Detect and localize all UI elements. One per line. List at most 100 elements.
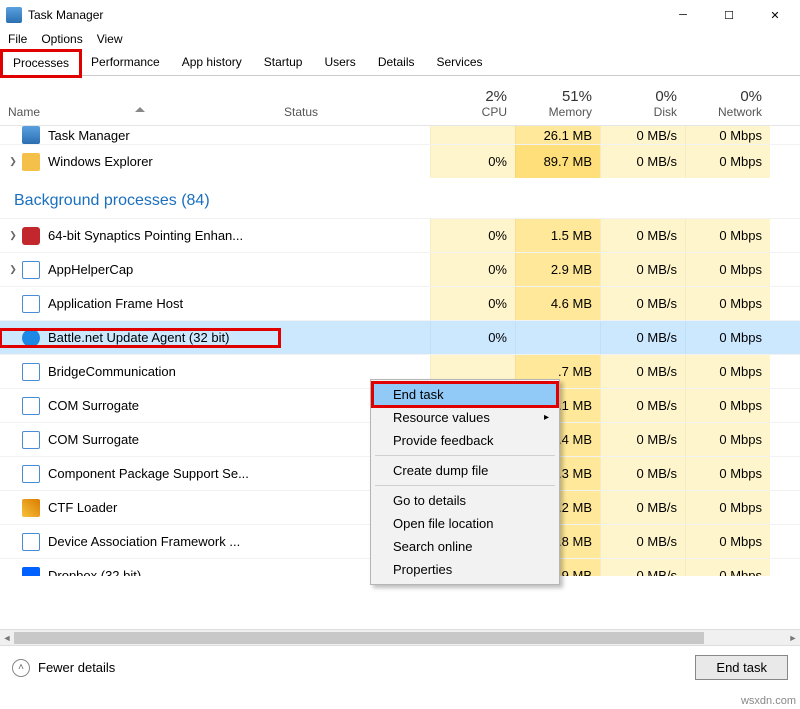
maximize-button[interactable]: ☐ bbox=[706, 0, 752, 30]
process-name: Component Package Support Se... bbox=[48, 466, 249, 481]
menu-item-end-task[interactable]: End task bbox=[373, 383, 557, 406]
table-row[interactable]: Task Manager 26.1 MB 0 MB/s 0 Mbps bbox=[0, 126, 800, 144]
process-icon bbox=[22, 465, 40, 483]
table-row[interactable]: Battle.net Update Agent (32 bit)0%0 MB/s… bbox=[0, 320, 800, 354]
net-cell: 0 Mbps bbox=[685, 491, 770, 524]
tab-performance[interactable]: Performance bbox=[80, 50, 171, 75]
col-disk[interactable]: 0% Disk bbox=[600, 88, 685, 125]
process-name: Windows Explorer bbox=[48, 154, 153, 169]
table-row[interactable]: ❯AppHelperCap0%2.9 MB0 MB/s0 Mbps bbox=[0, 252, 800, 286]
tab-details[interactable]: Details bbox=[367, 50, 426, 75]
process-icon bbox=[22, 227, 40, 245]
menu-separator bbox=[375, 485, 555, 486]
menu-item-open-file-location[interactable]: Open file location bbox=[373, 512, 557, 535]
col-name[interactable]: Name bbox=[0, 105, 280, 125]
net-cell: 0 Mbps bbox=[685, 559, 770, 576]
close-button[interactable]: ✕ bbox=[752, 0, 798, 30]
menubar: File Options View bbox=[0, 30, 800, 50]
scroll-right-icon[interactable]: ► bbox=[786, 630, 800, 646]
table-row[interactable]: ❯64-bit Synaptics Pointing Enhan...0%1.5… bbox=[0, 218, 800, 252]
table-row[interactable]: Application Frame Host 0%4.6 MB0 MB/s0 Mb… bbox=[0, 286, 800, 320]
disk-cell: 0 MB/s bbox=[600, 491, 685, 524]
tab-processes[interactable]: Processes bbox=[2, 51, 80, 76]
net-cell: 0 Mbps bbox=[685, 287, 770, 320]
tab-users[interactable]: Users bbox=[313, 50, 366, 75]
process-name: Task Manager bbox=[48, 128, 130, 143]
watermark: wsxdn.com bbox=[741, 695, 796, 707]
scroll-left-icon[interactable]: ◄ bbox=[0, 630, 14, 646]
mem-cell: 4.6 MB bbox=[515, 287, 600, 320]
menu-item-create-dump-file[interactable]: Create dump file bbox=[373, 459, 557, 482]
mem-cell: 89.7 MB bbox=[515, 145, 600, 178]
table-row[interactable]: ❯Windows Explorer0%89.7 MB0 MB/s0 Mbps bbox=[0, 144, 800, 178]
chevron-up-icon: ˄ bbox=[12, 659, 30, 677]
net-label: Network bbox=[718, 105, 762, 119]
process-name: Dropbox (32 bit) bbox=[48, 568, 141, 576]
context-menu: End taskResource values▸Provide feedback… bbox=[370, 379, 560, 585]
disk-cell: 0 MB/s bbox=[600, 126, 685, 144]
menu-item-properties[interactable]: Properties bbox=[373, 558, 557, 581]
titlebar: Task Manager ─ ☐ ✕ bbox=[0, 0, 800, 30]
process-icon bbox=[22, 153, 40, 171]
process-icon bbox=[22, 397, 40, 415]
minimize-button[interactable]: ─ bbox=[660, 0, 706, 30]
disk-cell: 0 MB/s bbox=[600, 145, 685, 178]
column-headers: Name Status 2% CPU 51% Memory 0% Disk 0%… bbox=[0, 76, 800, 126]
process-name: COM Surrogate bbox=[48, 398, 139, 413]
col-cpu[interactable]: 2% CPU bbox=[430, 88, 515, 125]
menu-item-provide-feedback[interactable]: Provide feedback bbox=[373, 429, 557, 452]
net-cell: 0 Mbps bbox=[685, 423, 770, 456]
process-name: Battle.net Update Agent (32 bit) bbox=[48, 330, 229, 345]
tab-app-history[interactable]: App history bbox=[171, 50, 253, 75]
horizontal-scrollbar[interactable]: ◄ ► bbox=[0, 629, 800, 645]
disk-cell: 0 MB/s bbox=[600, 355, 685, 388]
net-cell: 0 Mbps bbox=[685, 253, 770, 286]
process-name: CTF Loader bbox=[48, 500, 117, 515]
disk-cell: 0 MB/s bbox=[600, 457, 685, 490]
expand-icon[interactable]: ❯ bbox=[6, 264, 20, 275]
menu-options[interactable]: Options bbox=[41, 32, 82, 46]
col-memory[interactable]: 51% Memory bbox=[515, 88, 600, 125]
process-name: 64-bit Synaptics Pointing Enhan... bbox=[48, 228, 243, 243]
process-icon bbox=[22, 295, 40, 313]
group-background-processes: Background processes (84) bbox=[0, 178, 800, 218]
tab-startup[interactable]: Startup bbox=[253, 50, 314, 75]
net-cell: 0 Mbps bbox=[685, 126, 770, 144]
disk-cell: 0 MB/s bbox=[600, 423, 685, 456]
menu-view[interactable]: View bbox=[97, 32, 123, 46]
disk-cell: 0 MB/s bbox=[600, 219, 685, 252]
cpu-cell: 0% bbox=[430, 287, 515, 320]
fewer-details-button[interactable]: ˄ Fewer details bbox=[12, 659, 115, 677]
net-cell: 0 Mbps bbox=[685, 355, 770, 388]
menu-item-search-online[interactable]: Search online bbox=[373, 535, 557, 558]
col-status[interactable]: Status bbox=[280, 105, 430, 125]
end-task-button[interactable]: End task bbox=[695, 655, 788, 680]
net-cell: 0 Mbps bbox=[685, 389, 770, 422]
net-cell: 0 Mbps bbox=[685, 525, 770, 558]
net-cell: 0 Mbps bbox=[685, 321, 770, 354]
mem-cell: 2.9 MB bbox=[515, 253, 600, 286]
scroll-thumb[interactable] bbox=[14, 632, 704, 644]
fewer-details-label: Fewer details bbox=[38, 660, 115, 675]
menu-item-resource-values[interactable]: Resource values▸ bbox=[373, 406, 557, 429]
disk-cell: 0 MB/s bbox=[600, 253, 685, 286]
menu-file[interactable]: File bbox=[8, 32, 27, 46]
tab-services[interactable]: Services bbox=[426, 50, 494, 75]
process-name: AppHelperCap bbox=[48, 262, 133, 277]
net-cell: 0 Mbps bbox=[685, 457, 770, 490]
tabbar: Processes Performance App history Startu… bbox=[0, 50, 800, 76]
footer: ˄ Fewer details End task bbox=[0, 645, 800, 689]
disk-cell: 0 MB/s bbox=[600, 287, 685, 320]
net-cell: 0 Mbps bbox=[685, 145, 770, 178]
cpu-label: CPU bbox=[482, 105, 507, 119]
process-name: Application Frame Host bbox=[48, 296, 183, 311]
col-network[interactable]: 0% Network bbox=[685, 88, 770, 125]
mem-cell: 1.5 MB bbox=[515, 219, 600, 252]
col-name-label: Name bbox=[8, 105, 40, 119]
expand-icon[interactable]: ❯ bbox=[6, 230, 20, 241]
mem-cell: 26.1 MB bbox=[515, 126, 600, 144]
menu-item-go-to-details[interactable]: Go to details bbox=[373, 489, 557, 512]
expand-icon[interactable]: ❯ bbox=[6, 156, 20, 167]
process-name: BridgeCommunication bbox=[48, 364, 176, 379]
net-pct: 0% bbox=[740, 88, 762, 105]
